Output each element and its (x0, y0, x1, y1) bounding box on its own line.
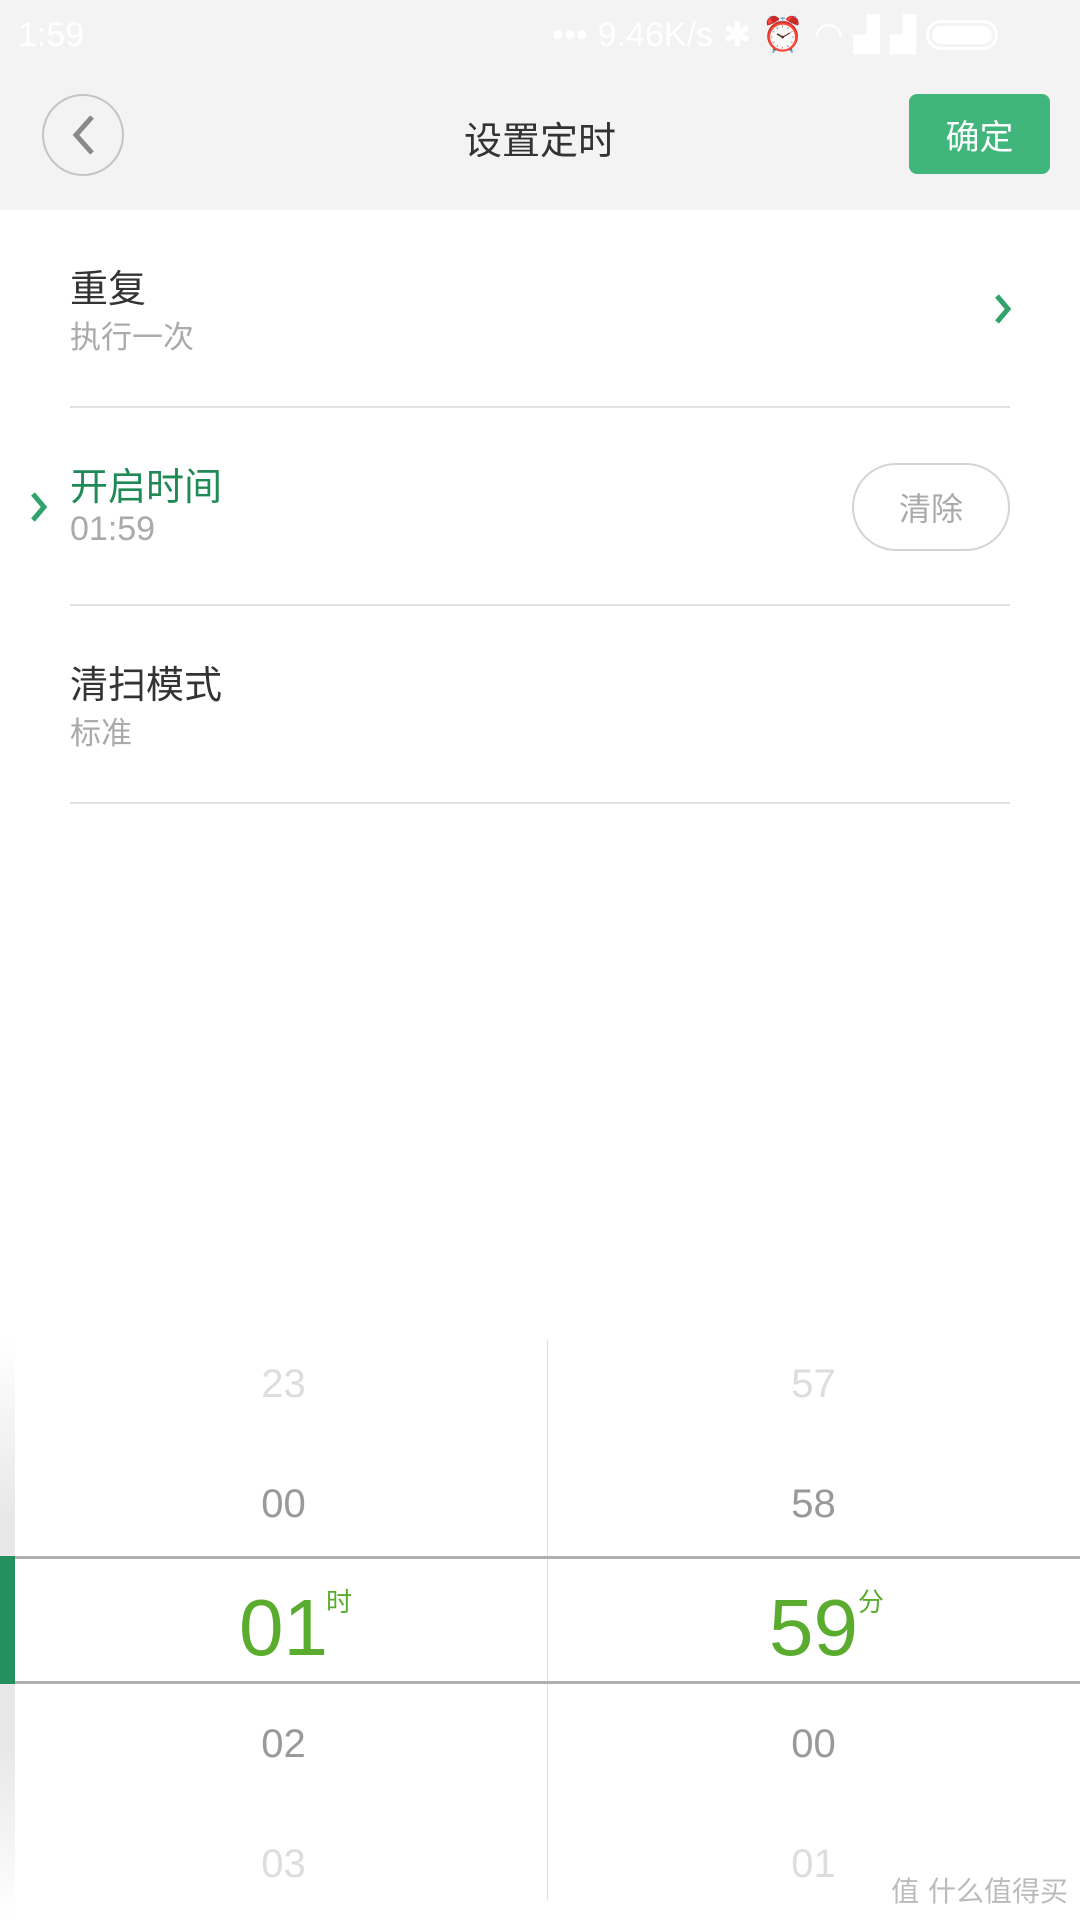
selected-minute[interactable]: 59 (540, 1582, 1080, 1674)
watermark: 值 什么值得买 (891, 1875, 1068, 1908)
hour-option[interactable]: 00 (10, 1482, 557, 1527)
chevron-right-icon (31, 492, 48, 522)
net-speed: 9.46K/s (597, 15, 714, 54)
selected-hour[interactable]: 01 (10, 1582, 557, 1674)
hour-option[interactable]: 23 (10, 1362, 557, 1407)
status-time: 1:59 (18, 15, 85, 54)
alarm-icon: ⏰ (761, 16, 804, 54)
signal-icon: ▟ (853, 16, 880, 54)
confirm-button[interactable]: 确定 (909, 94, 1050, 174)
hour-option[interactable]: 02 (10, 1722, 557, 1767)
minute-option[interactable]: 00 (540, 1722, 1080, 1767)
signal-icon: ▟ (889, 16, 916, 54)
start-time-label: 开启时间 (70, 465, 223, 509)
chevron-right-icon (995, 294, 1012, 324)
hour-option[interactable]: 03 (10, 1842, 557, 1887)
hour-unit: 时 (326, 1588, 353, 1618)
clean-mode-value: 标准 (70, 716, 132, 752)
start-time-value: 01:59 (70, 510, 156, 548)
minute-unit: 分 (858, 1588, 885, 1618)
battery-icon (925, 20, 998, 50)
minute-option[interactable]: 57 (540, 1362, 1080, 1407)
minute-option[interactable]: 58 (540, 1482, 1080, 1527)
repeat-label: 重复 (70, 267, 147, 311)
repeat-value: 执行一次 (70, 320, 194, 356)
wifi-icon: ◠ (813, 16, 844, 54)
status-icons: ••• 9.46K/s ✱ ⏰ ◠ ▟ ▟ (552, 10, 998, 60)
repeat-row[interactable] (0, 212, 1080, 406)
clean-mode-label: 清扫模式 (70, 663, 223, 707)
divider (70, 802, 1010, 804)
bluetooth-icon: ✱ (723, 16, 752, 54)
dots-icon: ••• (552, 15, 588, 54)
clear-button[interactable]: 清除 (852, 463, 1010, 551)
